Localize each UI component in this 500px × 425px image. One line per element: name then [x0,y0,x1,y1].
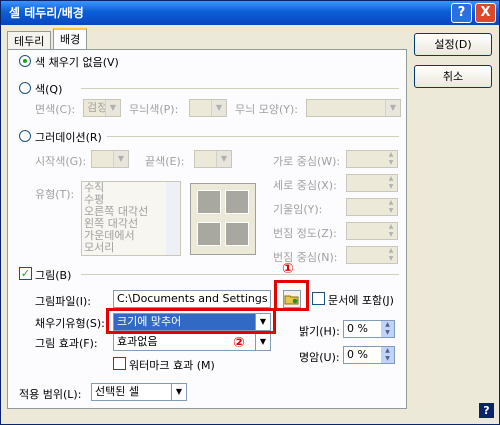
brightness-label: 밝기(H): [299,325,340,338]
color-separator [81,88,399,89]
slope-label: 기울임(Y): [273,203,323,216]
tab-border[interactable]: 테두리 [7,31,52,49]
annotation-box-two [106,308,276,334]
vertical-center-label: 세로 중심(X): [273,179,337,192]
watermark-label: 워터마크 효과 (M) [129,359,215,372]
include-in-document-label: 문서에 포함(J) [328,294,394,307]
vertical-center-spin[interactable]: ▲ ▼ [346,174,398,192]
face-color-label: 면색(C): [35,103,76,116]
picture-effect-label: 그림 효과(F): [35,337,98,350]
pattern-color-combo[interactable]: ▼ [189,99,227,117]
pattern-color-label: 무늬색(P): [129,103,179,116]
color-radio[interactable] [19,82,31,94]
apply-range-combo[interactable]: 선택된 셀 ▼ [91,383,187,401]
chevron-down-icon: ▼ [216,151,231,167]
gradation-separator [107,136,399,137]
brightness-spin[interactable]: 0 % ▲ ▼ [343,320,395,338]
blur-level-spin[interactable]: ▲ ▼ [346,222,398,240]
help-question-icon[interactable]: ? [479,403,494,418]
chevron-down-icon: ▼ [113,151,128,167]
gradation-radio[interactable] [19,130,31,142]
fill-none-label: 색 채우기 없음(V) [35,56,119,69]
picture-file-value: C:\Documents and Settings [117,292,268,305]
dialog-window: 셀 테두리/배경 ? X 테두리 배경 설정(D) 취소 색 채우기 없음(V)… [0,0,500,425]
contrast-label: 명암(U): [299,351,340,364]
brightness-value: 0 % [347,322,368,335]
dialog-title: 셀 테두리/배경 [9,6,84,20]
apply-range-value: 선택된 셀 [95,385,139,398]
fill-none-radio[interactable] [19,55,31,67]
blur-level-label: 번짐 정도(Z): [273,227,337,240]
picture-file-label: 그림파일(I): [35,295,92,308]
preview-cell [225,190,249,214]
gradation-type-list[interactable]: 수직 수평 오른쪽 대각선 왼쪽 대각선 가운데에서 모서리 [81,181,181,256]
preview-cell [197,222,221,246]
help-button[interactable]: ? [451,3,472,23]
color-label: 색(Q) [35,83,63,96]
contrast-spin[interactable]: 0 % ▲ ▼ [343,346,395,364]
end-color-combo[interactable]: ▼ [194,150,232,168]
pattern-shape-combo[interactable]: ▼ [306,99,401,117]
horizontal-center-label: 가로 중심(W): [273,155,341,168]
chevron-down-icon: ▼ [211,100,226,116]
chevron-down-icon: ▼ [385,100,400,116]
picture-effect-combo[interactable]: 효과없음 ▼ [113,333,271,351]
annotation-box-one [274,280,309,311]
gradation-label: 그러데이션(R) [35,131,102,144]
picture-separator [81,274,399,275]
gradation-preview [190,183,256,255]
preview-cell [197,190,221,214]
chevron-down-icon: ▼ [255,334,270,350]
watermark-checkbox[interactable] [113,357,126,370]
annotation-label-two: ② [233,335,245,351]
tab-background[interactable]: 배경 [53,28,88,50]
end-color-label: 끝색(E): [145,155,185,168]
chevron-down-icon: ▼ [171,384,186,400]
slope-spin[interactable]: ▲ ▼ [346,198,398,216]
picture-label: 그림(B) [35,269,72,282]
picture-effect-value: 효과없음 [117,335,158,348]
scrollbar[interactable] [166,182,180,255]
annotation-label-one: ① [282,261,294,277]
blur-center-spin[interactable]: ▲ ▼ [346,246,398,264]
chevron-down-icon: ▼ [105,100,120,116]
cancel-button[interactable]: 취소 [414,65,492,88]
pattern-shape-label: 무늬 모양(Y): [235,103,298,116]
picture-file-input[interactable]: C:\Documents and Settings [113,290,271,308]
preview-cell [225,222,249,246]
picture-checkbox[interactable]: ✓ [19,267,32,280]
ok-button[interactable]: 설정(D) [414,33,492,56]
type-label: 유형(T): [35,188,75,201]
fill-type-label: 채우기유형(S): [35,317,105,330]
include-in-document-checkbox[interactable] [312,292,325,305]
start-color-label: 시작색(G): [35,155,87,168]
face-color-combo[interactable]: 검정 ▼ [83,99,121,117]
contrast-value: 0 % [347,348,368,361]
horizontal-center-spin[interactable]: ▲ ▼ [346,150,398,168]
close-button[interactable]: X [475,3,496,23]
apply-range-label: 적용 범위(L): [19,388,82,401]
title-bar: 셀 테두리/배경 [1,1,499,25]
start-color-combo[interactable]: ▼ [91,150,129,168]
